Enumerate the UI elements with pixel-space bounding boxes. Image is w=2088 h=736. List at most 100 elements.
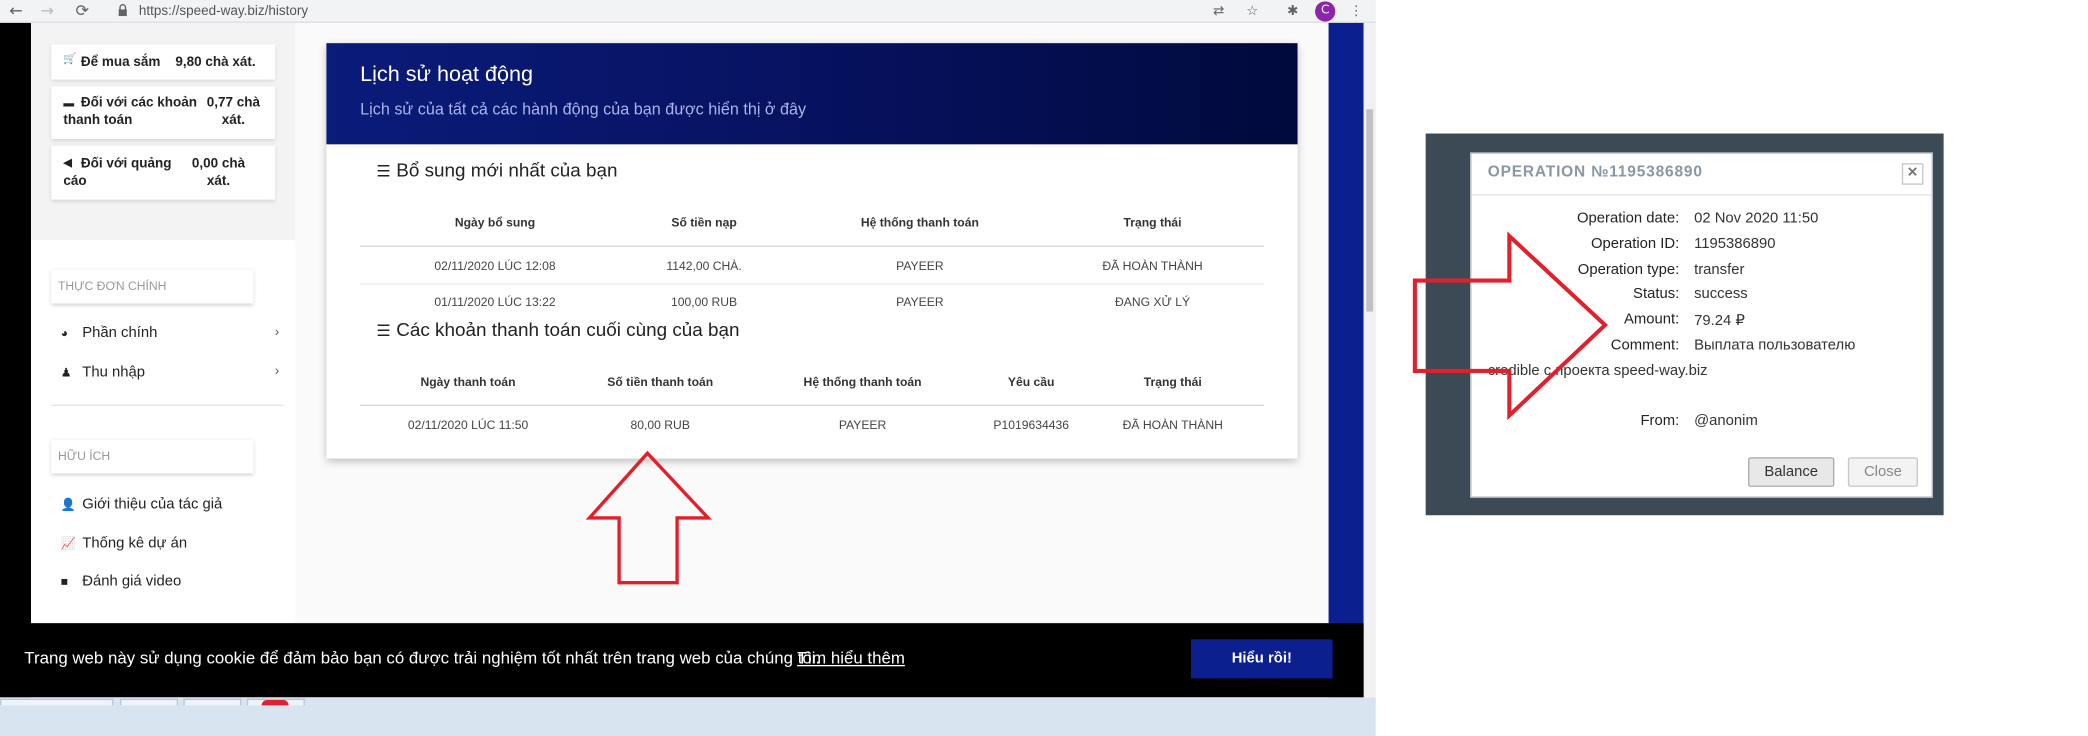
operation-modal: OPERATION №1195386890 ✕ Operation date: …: [1470, 152, 1933, 498]
table-cell: 1142,00 CHÀ.: [666, 258, 742, 273]
field-label: Amount:: [1623, 311, 1680, 328]
sidebar-item-video[interactable]: ■ Đánh giá video: [61, 568, 290, 595]
close-icon[interactable]: ✕: [1901, 163, 1924, 185]
table-cell: ĐÃ HOÀN THÀNH: [1102, 258, 1203, 273]
table-header: Số tiền thanh toán: [607, 374, 714, 389]
payouts-title-text: Các khoản thanh toán cuối cùng của bạn: [396, 318, 740, 340]
field-value: 79.24 ₽: [1694, 312, 1745, 330]
taskbar-button[interactable]: [183, 698, 242, 706]
sidebar-item-label: Phần chính: [82, 325, 158, 342]
sidebar-item-stats[interactable]: 📈 Thống kê dự án: [61, 530, 290, 557]
field-label: Operation date:: [1576, 210, 1680, 227]
field-label: Operation ID:: [1591, 236, 1680, 253]
table-header: Hệ thống thanh toán: [803, 374, 922, 389]
sidebar-item-income[interactable]: ♟ Thu nhập ›: [61, 359, 290, 386]
table-header: Trạng thái: [1143, 374, 1202, 389]
taskbar-button[interactable]: [246, 698, 305, 706]
scrollbar-thumb[interactable]: [1366, 109, 1374, 312]
table-header: Yêu cầu: [1007, 374, 1055, 389]
table-cell: 80,00 RUB: [630, 418, 690, 432]
useful-menu-title: HỮU ÍCH: [51, 439, 254, 474]
extensions-puzzle-icon[interactable]: ✱: [1283, 1, 1303, 21]
taskbar-button[interactable]: [0, 698, 114, 706]
table-cell: 02/11/2020 LÚC 11:50: [407, 418, 529, 432]
table-cell: PAYEER: [896, 295, 944, 309]
sidebar-item-label: Thống kê dự án: [82, 535, 188, 552]
table-cell: 100,00 RUB: [671, 295, 738, 309]
chart-line-icon: 📈: [60, 536, 76, 551]
sidebar-item-author[interactable]: 👤 Giới thiệu của tác giả: [61, 491, 290, 518]
browser-menu-icon[interactable]: ⋮: [1346, 1, 1366, 21]
back-arrow-icon[interactable]: ←: [5, 0, 27, 23]
os-taskbar: [0, 697, 1376, 736]
screenshot-stage: ← → ⟳ https://speed-way.biz/history ⇄ ☆ …: [0, 0, 2088, 736]
table-header: Hệ thống thanh toán: [860, 215, 979, 230]
history-header: Lịch sử hoạt động Lịch sử của tất cả các…: [326, 43, 1298, 145]
table-header: Ngày bổ sung: [454, 215, 536, 230]
balance-label: Đối với các khoản thanh toán: [63, 95, 197, 129]
cookie-learn-more-link[interactable]: Tìm hiểu thêm: [797, 649, 905, 668]
field-value: Выплата пользователю: [1694, 337, 1856, 354]
chevron-right-icon: ›: [274, 325, 280, 340]
balance-button[interactable]: Balance: [1748, 457, 1835, 487]
dashboard-icon: ◕: [60, 326, 69, 340]
taskbar-button[interactable]: [120, 698, 179, 706]
video-camera-icon: ■: [60, 574, 69, 589]
page-subtitle: Lịch sử của tất cả các hành động của bạn…: [360, 99, 807, 119]
table-cell: P1019634436: [993, 418, 1069, 432]
modal-divider: [1471, 194, 1932, 196]
balance-value: 0,77 chà xát.: [206, 95, 260, 129]
forward-arrow-icon[interactable]: →: [36, 0, 58, 23]
field-label: From:: [1640, 412, 1680, 429]
sidebar-item-label: Đánh giá video: [82, 573, 182, 590]
money-bag-icon: ♟: [60, 365, 72, 380]
address-bar[interactable]: https://speed-way.biz/history: [139, 1, 1218, 21]
translate-icon[interactable]: ⇄: [1209, 1, 1229, 21]
lock-icon: [118, 4, 127, 17]
page-title: Lịch sử hoạt động: [360, 63, 533, 87]
comment-continued: credible с проекта speed-way.biz: [1487, 362, 1708, 380]
close-button[interactable]: Close: [1847, 457, 1918, 487]
left-edge: [0, 22, 32, 698]
field-label: Status:: [1633, 285, 1680, 303]
table-header: Số tiền nạp: [671, 215, 737, 230]
table-cell: ĐANG XỬ LÝ: [1114, 295, 1191, 309]
profile-avatar[interactable]: C: [1315, 1, 1336, 22]
table-header: Trạng thái: [1123, 215, 1182, 230]
sidebar-item-label: Thu nhập: [82, 364, 145, 381]
page-scrollbar[interactable]: [1363, 22, 1376, 698]
table-cell: 02/11/2020 LÚC 12:08: [434, 258, 556, 273]
balance-card-payments: ▬ Đối với các khoản thanh toán 0,77 chà …: [51, 86, 276, 139]
table-cell: ĐÃ HOÀN THÀNH: [1122, 418, 1223, 432]
table-divider: [360, 283, 1264, 285]
balance-card-ads: ◀ Đối với quảng cáo 0,00 chà xát.: [51, 145, 276, 200]
chevron-right-icon: ›: [274, 364, 280, 380]
bookmark-star-icon[interactable]: ☆: [1242, 1, 1262, 21]
menu-divider: [51, 404, 284, 406]
main-menu-title: THỰC ĐƠN CHÍNH: [51, 269, 254, 304]
user-plus-icon: 👤: [60, 497, 76, 512]
cart-icon: 🛒: [63, 52, 77, 65]
field-label: Comment:: [1610, 337, 1680, 354]
sidebar-item-main[interactable]: ◕ Phần chính ›: [61, 320, 290, 347]
list-icon: ☰: [376, 161, 391, 181]
history-card: Lịch sử hoạt động Lịch sử của tất cả các…: [326, 43, 1298, 459]
table-cell: PAYEER: [838, 418, 887, 432]
deposits-title-text: Bổ sung mới nhất của bạn: [396, 159, 618, 181]
balance-label: Đối với quảng cáo: [63, 156, 172, 189]
right-edge: [1328, 22, 1364, 698]
balance-value: 9,80 chà xát.: [175, 55, 256, 71]
reload-icon[interactable]: ⟳: [71, 0, 93, 23]
browser-toolbar: ← → ⟳ https://speed-way.biz/history ⇄ ☆ …: [0, 0, 1376, 23]
table-cell: PAYEER: [896, 258, 944, 273]
table-divider: [360, 404, 1264, 406]
balance-value: 0,00 chà xát.: [191, 156, 246, 189]
operation-title: OPERATION №1195386890: [1487, 164, 1703, 181]
field-value: success: [1694, 285, 1748, 303]
cookie-accept-button[interactable]: Hiểu rồi!: [1190, 639, 1333, 679]
cookie-banner: Trang web này sử dụng cookie để đảm bảo …: [0, 623, 1364, 698]
balance-card-shopping: 🛒 Để mua sắm 9,80 chà xát.: [51, 44, 276, 80]
field-value: @anonim: [1694, 412, 1758, 429]
app-icon: [261, 700, 289, 706]
deposits-title: ☰ Bổ sung mới nhất của bạn: [376, 159, 617, 181]
